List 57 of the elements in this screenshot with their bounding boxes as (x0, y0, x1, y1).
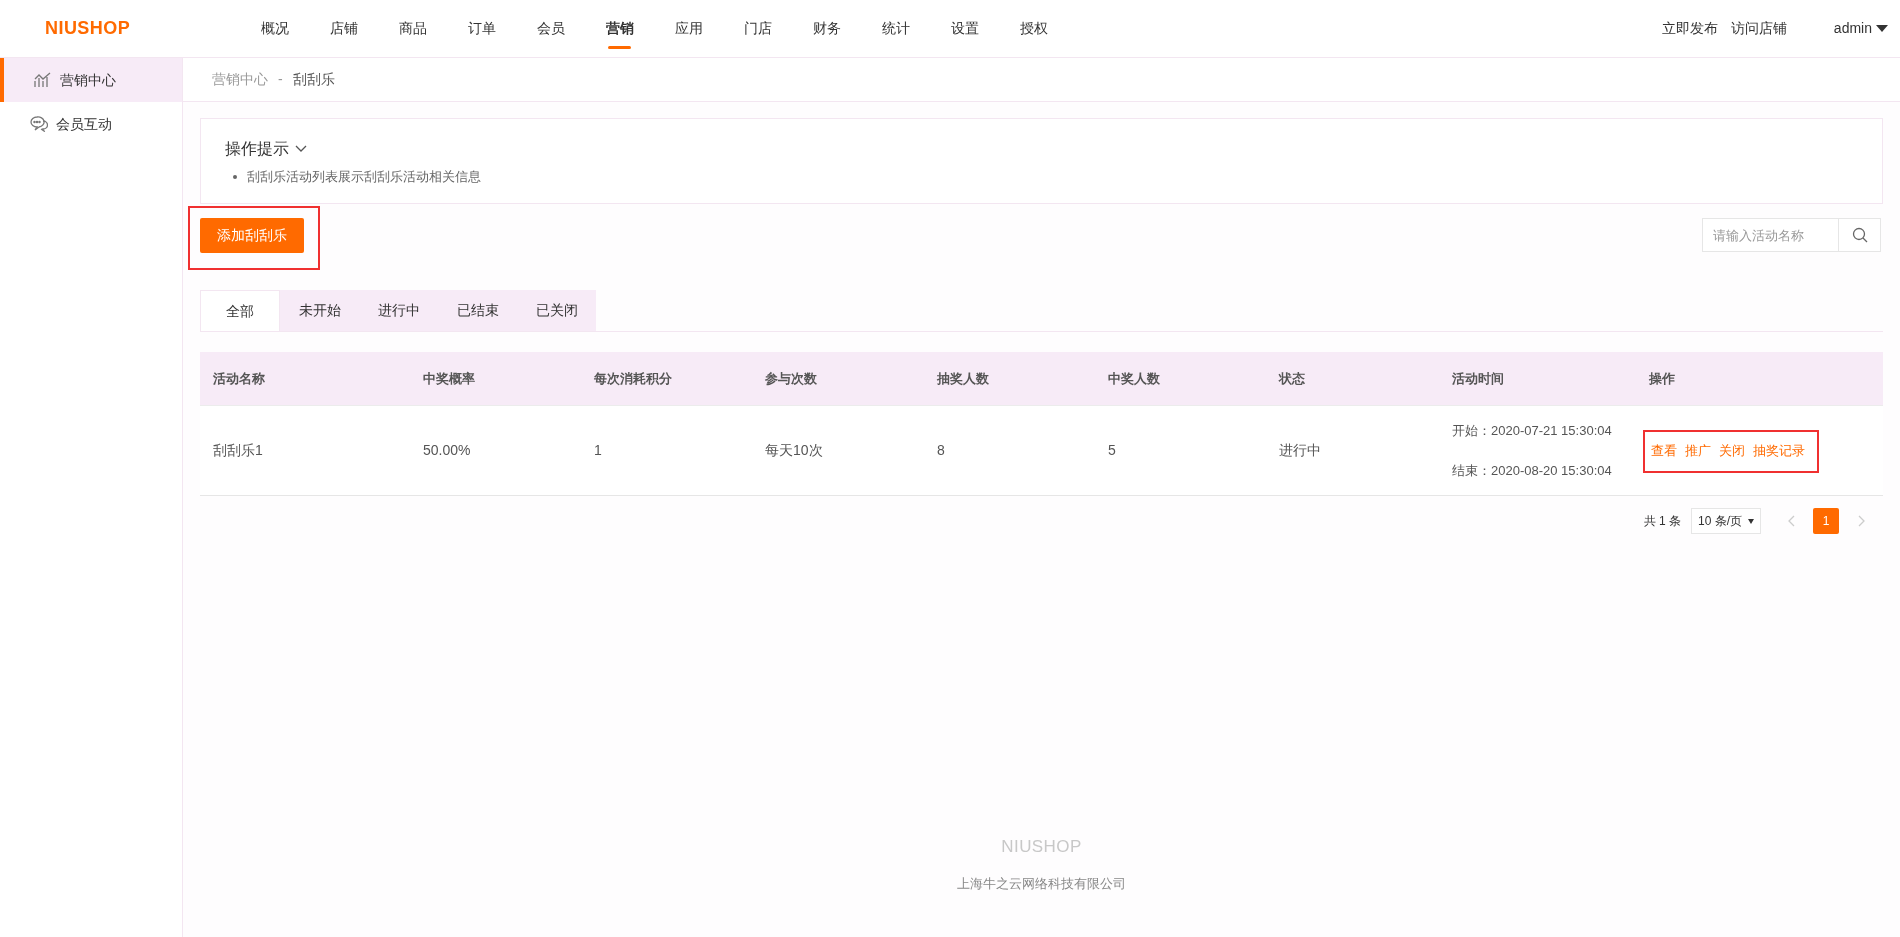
tab[interactable]: 进行中 (359, 290, 438, 331)
nav-item[interactable]: 订单 (447, 0, 516, 57)
table-cell-text: 刮刮乐1 (212, 441, 264, 460)
total-count: 共 1 条 (1643, 513, 1681, 530)
table-cell-text: 5 (1107, 441, 1117, 460)
tab[interactable]: 未开始 (280, 290, 359, 331)
search-icon (1851, 227, 1868, 243)
breadcrumb-current: 刮刮乐 (292, 70, 335, 89)
search-button[interactable] (1839, 218, 1881, 252)
sidebar-item[interactable]: 营销中心 (0, 58, 182, 102)
caret-icon (1748, 518, 1754, 524)
tab[interactable]: 已关闭 (517, 290, 596, 331)
tab[interactable]: 已结束 (438, 290, 517, 331)
user-menu[interactable]: admin (1833, 18, 1888, 39)
chevron-left-icon (1787, 515, 1795, 527)
company-name: 上海牛之云网络科技有限公司 (957, 874, 1126, 893)
column-header: 活动名称 (212, 369, 266, 388)
nav-item[interactable]: 概况 (240, 0, 309, 57)
column-header: 抽奖人数 (936, 369, 990, 388)
nav-item[interactable]: 商品 (378, 0, 447, 57)
breadcrumb-separator: - (278, 70, 283, 89)
table-cell-text: 1 (593, 441, 603, 460)
table-cell-text: 开始：2020-07-21 15:30:04 (1452, 422, 1613, 440)
bullet-icon (233, 174, 237, 179)
tab[interactable]: 全部 (200, 290, 280, 331)
page-size-select[interactable]: 10 条/页 (1691, 508, 1761, 534)
chat-icon (30, 116, 48, 132)
table-cell-text: 8 (936, 441, 946, 460)
nav-item[interactable]: 统计 (861, 0, 930, 57)
search-field[interactable]: 请输入活动名称 (1702, 218, 1839, 252)
header-link[interactable]: 立即发布 (1661, 18, 1718, 39)
nav-item[interactable]: 应用 (654, 0, 723, 57)
table-cell-text: 每天10次 (764, 441, 824, 460)
column-header: 状态 (1277, 369, 1306, 388)
chevron-right-icon (1857, 515, 1865, 527)
table-cell-text: 50.00% (422, 441, 472, 460)
nav-item[interactable]: 会员 (516, 0, 585, 57)
nav-item[interactable]: 门店 (723, 0, 792, 57)
column-header: 活动时间 (1451, 369, 1505, 388)
chart-icon (34, 72, 52, 88)
sidebar-item[interactable]: 会员互动 (0, 102, 182, 146)
header-link[interactable]: 访问店铺 (1730, 18, 1787, 39)
column-header: 中奖概率 (422, 369, 476, 388)
tip-text: 刮刮乐活动列表展示刮刮乐活动相关信息 (247, 168, 481, 186)
nav-item[interactable]: 设置 (930, 0, 999, 57)
nav-item[interactable]: 财务 (792, 0, 861, 57)
column-header: 中奖人数 (1107, 369, 1161, 388)
caret-icon (1876, 25, 1888, 32)
column-header: 每次消耗积分 (593, 369, 673, 388)
column-header: 操作 (1648, 369, 1676, 388)
table-cell-text: 进行中 (1278, 441, 1322, 460)
nav-item[interactable]: 店铺 (309, 0, 378, 57)
nav-item[interactable]: 营销 (585, 0, 654, 57)
nav-item[interactable]: 授权 (999, 0, 1068, 57)
tips-header[interactable]: 操作提示 (225, 137, 1882, 161)
table-cell-text: 结束：2020-08-20 15:30:04 (1452, 461, 1613, 480)
column-header: 参与次数 (764, 369, 818, 388)
